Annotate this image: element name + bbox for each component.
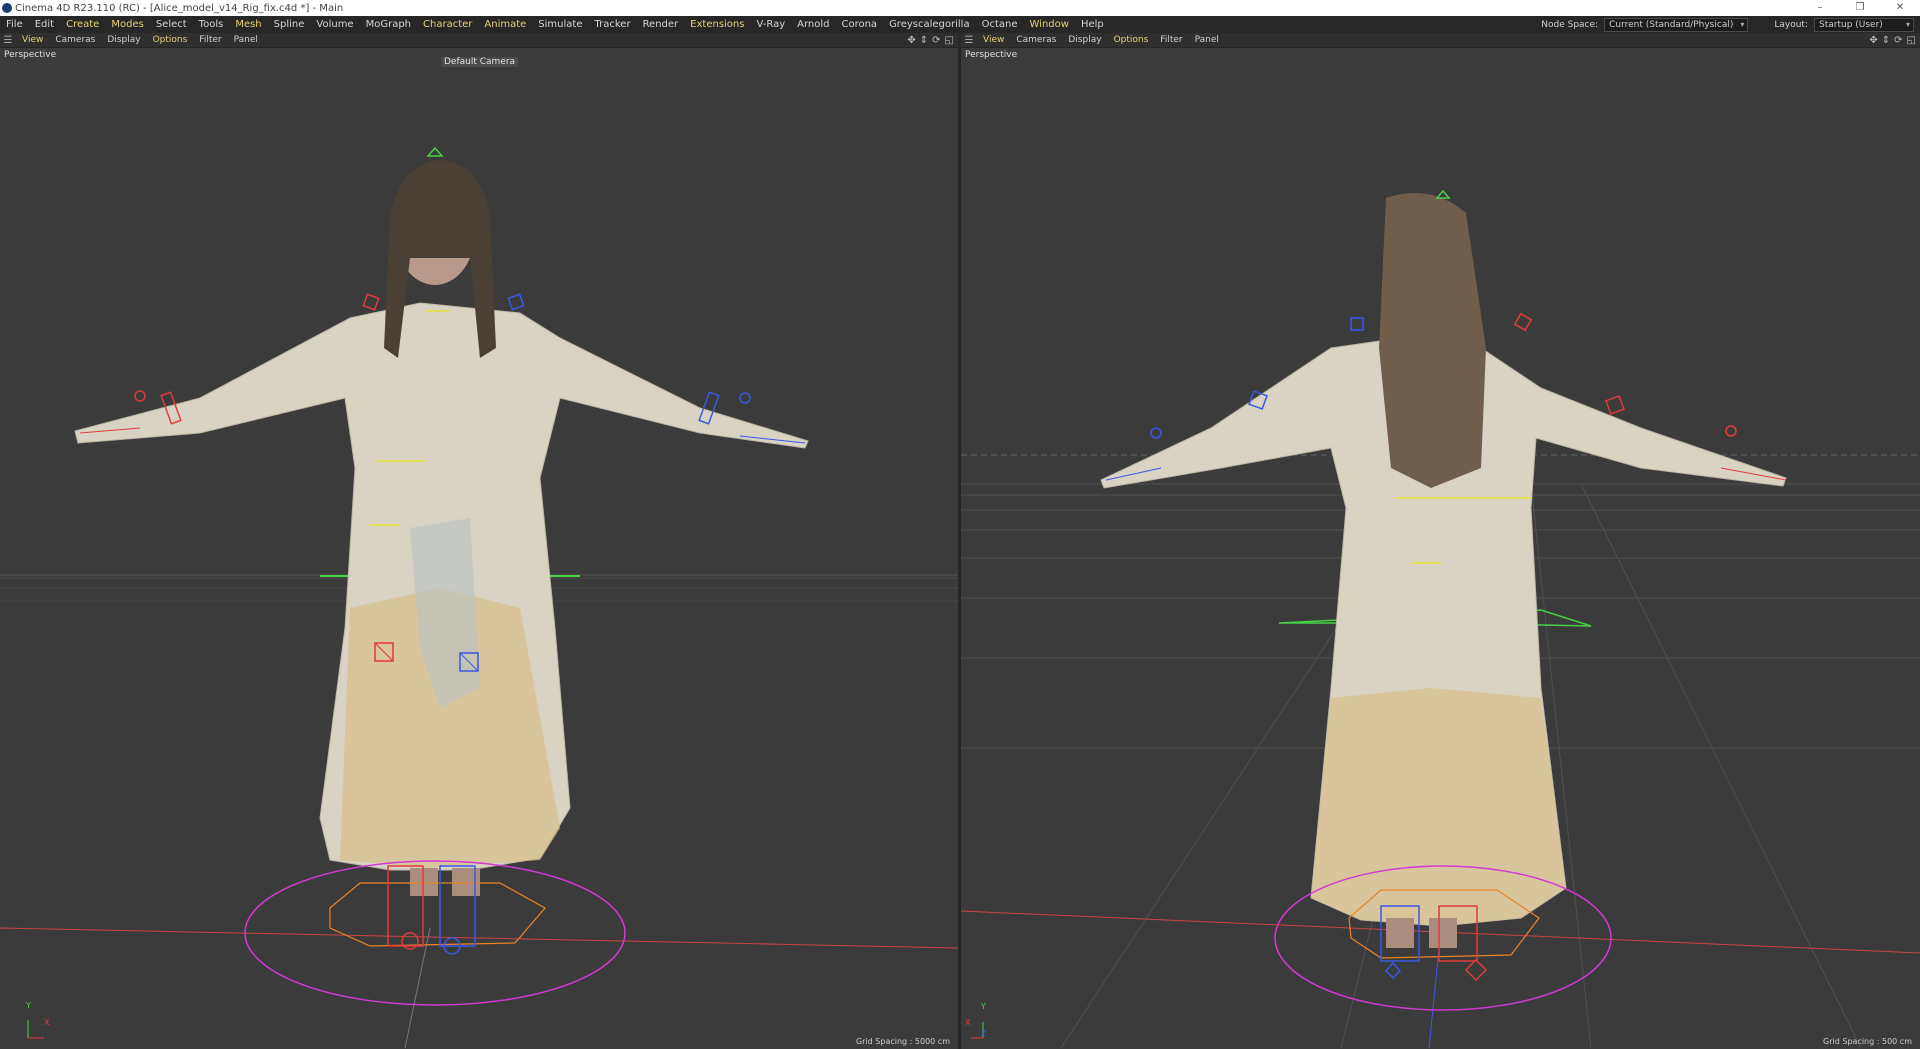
menu-extensions[interactable]: Extensions (684, 19, 750, 30)
viewport-menu-filter[interactable]: Filter (1154, 35, 1188, 45)
main-menu-bar: File Edit Create Modes Select Tools Mesh… (0, 16, 1920, 33)
menu-simulate[interactable]: Simulate (532, 19, 588, 30)
menu-mograph[interactable]: MoGraph (360, 19, 417, 30)
x-axis-line (0, 927, 958, 949)
menu-edit[interactable]: Edit (29, 19, 60, 30)
dolly-view-icon[interactable]: ⇕ (1882, 35, 1890, 46)
move-view-icon[interactable]: ✥ (907, 35, 915, 46)
menu-spline[interactable]: Spline (268, 19, 311, 30)
viewport-nav-icons: ✥ ⇕ ⟳ ◱ (907, 33, 954, 47)
window-controls: – ❐ ✕ (1800, 0, 1920, 16)
menu-window[interactable]: Window (1024, 19, 1075, 30)
viewport-left-scene (0, 146, 958, 1048)
viewport-menu-options[interactable]: Options (1108, 35, 1155, 45)
minimize-button[interactable]: – (1800, 0, 1840, 16)
menu-tracker[interactable]: Tracker (588, 19, 636, 30)
viewport-right-scene (961, 189, 1920, 1048)
viewport-menu-view[interactable]: View (16, 35, 49, 45)
toggle-view-icon[interactable]: ◱ (945, 35, 954, 46)
viewport-left-toolbar: ☰ View Cameras Display Options Filter Pa… (0, 33, 958, 48)
rotate-view-icon[interactable]: ⟳ (932, 35, 940, 46)
menu-modes[interactable]: Modes (105, 19, 149, 30)
menu-vray[interactable]: V-Ray (750, 19, 791, 30)
grid-spacing-label: Grid Spacing : 5000 cm (855, 1037, 950, 1046)
viewport-menu-display[interactable]: Display (1062, 35, 1107, 45)
viewport-right[interactable]: ☰ View Cameras Display Options Filter Pa… (961, 33, 1920, 1049)
viewport-left[interactable]: ☰ View Cameras Display Options Filter Pa… (0, 33, 958, 1049)
axis-y-label: Y (26, 1001, 31, 1010)
character-front[interactable] (74, 160, 809, 896)
axis-z-label: Z (981, 1029, 987, 1038)
menu-render[interactable]: Render (637, 19, 685, 30)
layout-label: Layout: (1774, 19, 1808, 30)
viewport-right-toolbar: ☰ View Cameras Display Options Filter Pa… (961, 33, 1920, 48)
restore-button[interactable]: ❐ (1840, 0, 1880, 16)
character-back[interactable] (1100, 193, 1787, 948)
menu-help[interactable]: Help (1075, 19, 1110, 30)
node-space-label: Node Space: (1541, 19, 1599, 30)
viewport-menu-cameras[interactable]: Cameras (49, 35, 101, 45)
node-space-dropdown[interactable]: Current (Standard/Physical) (1604, 17, 1749, 32)
axis-y-label: Y (981, 1002, 986, 1011)
menu-volume[interactable]: Volume (310, 19, 359, 30)
hamburger-icon[interactable]: ☰ (961, 35, 977, 46)
menubar-right-controls: Node Space: Current (Standard/Physical) … (1541, 16, 1914, 33)
menu-character[interactable]: Character (417, 19, 478, 30)
layout-dropdown[interactable]: Startup (User) (1814, 17, 1914, 32)
menu-greyscalegorilla[interactable]: Greyscalegorilla (883, 19, 976, 30)
viewport-menu-options[interactable]: Options (147, 35, 194, 45)
viewport-nav-icons: ✥ ⇕ ⟳ ◱ (1869, 33, 1916, 47)
menu-mesh[interactable]: Mesh (229, 19, 267, 30)
axis-x-label: X (44, 1018, 50, 1027)
viewport-menu-panel[interactable]: Panel (1189, 35, 1225, 45)
viewport-menu-display[interactable]: Display (101, 35, 146, 45)
grid-spacing-label: Grid Spacing : 500 cm (1823, 1037, 1912, 1046)
menu-select[interactable]: Select (150, 19, 193, 30)
close-button[interactable]: ✕ (1880, 0, 1920, 16)
move-view-icon[interactable]: ✥ (1869, 35, 1877, 46)
menu-file[interactable]: File (0, 19, 29, 30)
toggle-view-icon[interactable]: ◱ (1907, 35, 1916, 46)
axis-x-label: X (965, 1018, 971, 1027)
hamburger-icon[interactable]: ☰ (0, 35, 16, 46)
menu-tools[interactable]: Tools (193, 19, 230, 30)
menu-corona[interactable]: Corona (835, 19, 883, 30)
title-bar: Cinema 4D R23.110 (RC) - [Alice_model_v1… (0, 0, 1920, 16)
rotate-view-icon[interactable]: ⟳ (1894, 35, 1902, 46)
viewport-menu-view[interactable]: View (977, 35, 1010, 45)
viewport-menu-cameras[interactable]: Cameras (1010, 35, 1062, 45)
menu-create[interactable]: Create (60, 19, 105, 30)
viewport-menu-panel[interactable]: Panel (228, 35, 264, 45)
window-title: Cinema 4D R23.110 (RC) - [Alice_model_v1… (15, 2, 344, 14)
menu-animate[interactable]: Animate (478, 19, 532, 30)
viewport-menu-filter[interactable]: Filter (193, 35, 227, 45)
cinema4d-logo-icon (2, 3, 12, 13)
menu-arnold[interactable]: Arnold (791, 19, 835, 30)
dolly-view-icon[interactable]: ⇕ (920, 35, 928, 46)
menu-octane[interactable]: Octane (976, 19, 1024, 30)
